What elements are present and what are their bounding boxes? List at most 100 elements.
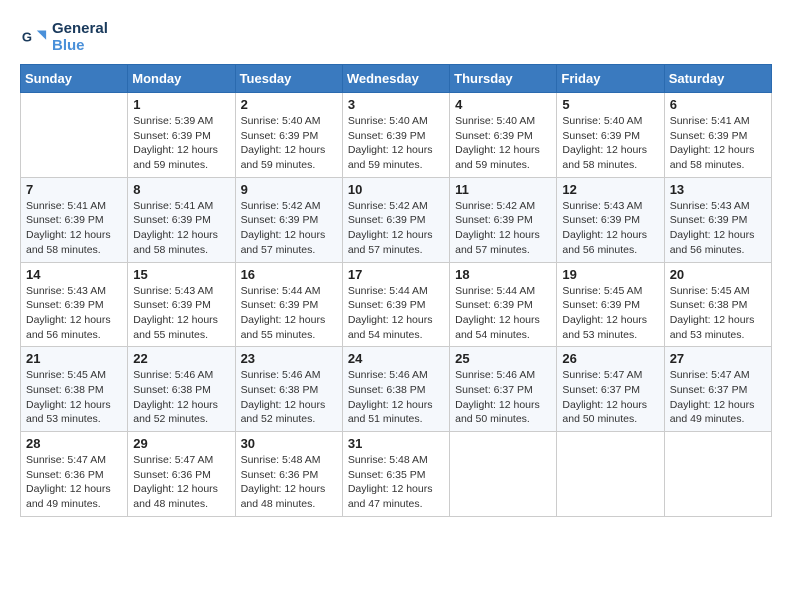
header-cell-monday: Monday: [128, 65, 235, 93]
calendar-header-row: SundayMondayTuesdayWednesdayThursdayFrid…: [21, 65, 772, 93]
header-cell-tuesday: Tuesday: [235, 65, 342, 93]
calendar-cell: 31 Sunrise: 5:48 AMSunset: 6:35 PMDayligh…: [342, 432, 449, 517]
calendar-cell: [557, 432, 664, 517]
day-info: Sunrise: 5:46 AMSunset: 6:38 PMDaylight:…: [241, 368, 337, 427]
day-number: 13: [670, 182, 766, 197]
day-number: 12: [562, 182, 658, 197]
calendar-cell: 24 Sunrise: 5:46 AMSunset: 6:38 PMDayligh…: [342, 347, 449, 432]
day-number: 21: [26, 351, 122, 366]
header-cell-friday: Friday: [557, 65, 664, 93]
day-info: Sunrise: 5:46 AMSunset: 6:38 PMDaylight:…: [348, 368, 444, 427]
day-info: Sunrise: 5:47 AMSunset: 6:36 PMDaylight:…: [26, 453, 122, 512]
header-cell-saturday: Saturday: [664, 65, 771, 93]
calendar-cell: 1Sunrise: 5:39 AMSunset: 6:39 PMDaylight…: [128, 93, 235, 178]
calendar-cell: 26 Sunrise: 5:47 AMSunset: 6:37 PMDayligh…: [557, 347, 664, 432]
day-info: Sunrise: 5:42 AMSunset: 6:39 PMDaylight:…: [455, 199, 551, 258]
calendar-cell: 19 Sunrise: 5:45 AMSunset: 6:39 PMDayligh…: [557, 262, 664, 347]
day-number: 18: [455, 267, 551, 282]
calendar-cell: 13 Sunrise: 5:43 AMSunset: 6:39 PMDayligh…: [664, 177, 771, 262]
day-number: 22: [133, 351, 229, 366]
calendar-cell: 5Sunrise: 5:40 AMSunset: 6:39 PMDaylight…: [557, 93, 664, 178]
day-number: 15: [133, 267, 229, 282]
day-number: 17: [348, 267, 444, 282]
day-number: 5: [562, 97, 658, 112]
day-info: Sunrise: 5:43 AMSunset: 6:39 PMDaylight:…: [133, 284, 229, 343]
day-info: Sunrise: 5:45 AMSunset: 6:39 PMDaylight:…: [562, 284, 658, 343]
day-info: Sunrise: 5:44 AMSunset: 6:39 PMDaylight:…: [241, 284, 337, 343]
day-info: Sunrise: 5:48 AMSunset: 6:36 PMDaylight:…: [241, 453, 337, 512]
day-number: 25: [455, 351, 551, 366]
day-number: 11: [455, 182, 551, 197]
day-info: Sunrise: 5:43 AMSunset: 6:39 PMDaylight:…: [26, 284, 122, 343]
day-info: Sunrise: 5:43 AMSunset: 6:39 PMDaylight:…: [670, 199, 766, 258]
day-info: Sunrise: 5:42 AMSunset: 6:39 PMDaylight:…: [348, 199, 444, 258]
calendar-cell: 22 Sunrise: 5:46 AMSunset: 6:38 PMDayligh…: [128, 347, 235, 432]
calendar-cell: 23 Sunrise: 5:46 AMSunset: 6:38 PMDayligh…: [235, 347, 342, 432]
calendar-cell: 27 Sunrise: 5:47 AMSunset: 6:37 PMDayligh…: [664, 347, 771, 432]
calendar-cell: 20 Sunrise: 5:45 AMSunset: 6:38 PMDayligh…: [664, 262, 771, 347]
header-cell-sunday: Sunday: [21, 65, 128, 93]
day-number: 27: [670, 351, 766, 366]
day-number: 9: [241, 182, 337, 197]
day-number: 28: [26, 436, 122, 451]
day-info: Sunrise: 5:41 AMSunset: 6:39 PMDaylight:…: [670, 114, 766, 173]
day-number: 30: [241, 436, 337, 451]
day-info: Sunrise: 5:47 AMSunset: 6:37 PMDaylight:…: [562, 368, 658, 427]
day-info: Sunrise: 5:46 AMSunset: 6:38 PMDaylight:…: [133, 368, 229, 427]
calendar-cell: 25 Sunrise: 5:46 AMSunset: 6:37 PMDayligh…: [450, 347, 557, 432]
day-number: 19: [562, 267, 658, 282]
svg-text:G: G: [22, 30, 32, 45]
calendar-cell: 29 Sunrise: 5:47 AMSunset: 6:36 PMDayligh…: [128, 432, 235, 517]
calendar-week-row: 7Sunrise: 5:41 AMSunset: 6:39 PMDaylight…: [21, 177, 772, 262]
calendar-cell: 4 Sunrise: 5:40 AMSunset: 6:39 PMDaylight…: [450, 93, 557, 178]
calendar-cell: 14 Sunrise: 5:43 AMSunset: 6:39 PMDayligh…: [21, 262, 128, 347]
calendar-cell: 10 Sunrise: 5:42 AMSunset: 6:39 PMDayligh…: [342, 177, 449, 262]
calendar-cell: 15 Sunrise: 5:43 AMSunset: 6:39 PMDayligh…: [128, 262, 235, 347]
day-info: Sunrise: 5:44 AMSunset: 6:39 PMDaylight:…: [348, 284, 444, 343]
calendar-cell: 30 Sunrise: 5:48 AMSunset: 6:36 PMDayligh…: [235, 432, 342, 517]
calendar-cell: [21, 93, 128, 178]
day-number: 14: [26, 267, 122, 282]
day-number: 23: [241, 351, 337, 366]
day-number: 24: [348, 351, 444, 366]
day-info: Sunrise: 5:47 AMSunset: 6:37 PMDaylight:…: [670, 368, 766, 427]
day-info: Sunrise: 5:45 AMSunset: 6:38 PMDaylight:…: [26, 368, 122, 427]
calendar-week-row: 21 Sunrise: 5:45 AMSunset: 6:38 PMDayligh…: [21, 347, 772, 432]
calendar-table: SundayMondayTuesdayWednesdayThursdayFrid…: [20, 64, 772, 517]
day-number: 4: [455, 97, 551, 112]
header-cell-thursday: Thursday: [450, 65, 557, 93]
day-info: Sunrise: 5:40 AMSunset: 6:39 PMDaylight:…: [241, 114, 337, 173]
day-info: Sunrise: 5:44 AMSunset: 6:39 PMDaylight:…: [455, 284, 551, 343]
calendar-week-row: 1Sunrise: 5:39 AMSunset: 6:39 PMDaylight…: [21, 93, 772, 178]
day-info: Sunrise: 5:46 AMSunset: 6:37 PMDaylight:…: [455, 368, 551, 427]
day-number: 6: [670, 97, 766, 112]
calendar-cell: 3 Sunrise: 5:40 AMSunset: 6:39 PMDaylight…: [342, 93, 449, 178]
day-info: Sunrise: 5:47 AMSunset: 6:36 PMDaylight:…: [133, 453, 229, 512]
day-number: 2: [241, 97, 337, 112]
day-number: 10: [348, 182, 444, 197]
calendar-week-row: 14 Sunrise: 5:43 AMSunset: 6:39 PMDayligh…: [21, 262, 772, 347]
calendar-cell: 21 Sunrise: 5:45 AMSunset: 6:38 PMDayligh…: [21, 347, 128, 432]
day-number: 26: [562, 351, 658, 366]
day-info: Sunrise: 5:43 AMSunset: 6:39 PMDaylight:…: [562, 199, 658, 258]
day-info: Sunrise: 5:40 AMSunset: 6:39 PMDaylight:…: [348, 114, 444, 173]
day-number: 8: [133, 182, 229, 197]
calendar-cell: 2 Sunrise: 5:40 AMSunset: 6:39 PMDaylight…: [235, 93, 342, 178]
day-number: 3: [348, 97, 444, 112]
day-number: 20: [670, 267, 766, 282]
day-info: Sunrise: 5:45 AMSunset: 6:38 PMDaylight:…: [670, 284, 766, 343]
calendar-cell: 12 Sunrise: 5:43 AMSunset: 6:39 PMDayligh…: [557, 177, 664, 262]
day-info: Sunrise: 5:40 AMSunset: 6:39 PMDaylight:…: [455, 114, 551, 173]
calendar-cell: 8Sunrise: 5:41 AMSunset: 6:39 PMDaylight…: [128, 177, 235, 262]
day-number: 31: [348, 436, 444, 451]
calendar-cell: [450, 432, 557, 517]
calendar-cell: 7Sunrise: 5:41 AMSunset: 6:39 PMDaylight…: [21, 177, 128, 262]
day-number: 1: [133, 97, 229, 112]
logo-icon: G: [20, 23, 48, 51]
calendar-cell: 17 Sunrise: 5:44 AMSunset: 6:39 PMDayligh…: [342, 262, 449, 347]
day-info: Sunrise: 5:48 AMSunset: 6:35 PMDaylight:…: [348, 453, 444, 512]
day-number: 29: [133, 436, 229, 451]
header: G General Blue: [20, 20, 772, 54]
day-info: Sunrise: 5:41 AMSunset: 6:39 PMDaylight:…: [26, 199, 122, 258]
header-cell-wednesday: Wednesday: [342, 65, 449, 93]
